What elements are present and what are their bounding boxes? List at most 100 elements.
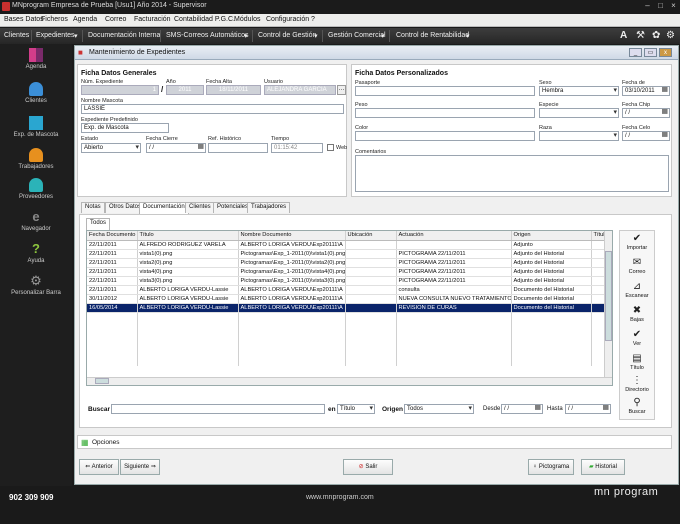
menu-bases-datos[interactable]: Bases Datos [4,16,44,23]
correo-button[interactable]: ✉ Correo [620,257,654,279]
table-row[interactable]: 30/11/2012 ALBERTO LORIGA VERDU-Lassie ALB… [87,294,612,304]
table-row[interactable]: 22/11/2011 vista3(0).png Pictogramas\Exp_1… [87,276,612,286]
directorio-button[interactable]: ⋮ Directorio [620,375,654,397]
sidebar-item-proveedores[interactable]: Proveedores [0,178,72,200]
col-fecha[interactable]: Fecha Documento [87,231,138,241]
menu-correo[interactable]: Correo [105,16,126,23]
nav-sms-correos[interactable]: SMS-Correos Automáticos [166,32,248,39]
sidebar-item-navegador[interactable]: e Navegador [0,210,72,233]
table-cell [345,303,397,313]
maximize-icon[interactable]: □ [656,1,665,11]
num-expediente-field[interactable]: 1 [81,85,159,95]
switch-icon[interactable]: ⚙ [666,30,675,41]
table-row[interactable]: 16/05/2014 ALBERTO LORIGA VERDU-Lassie ALB… [87,303,612,313]
col-actuacion[interactable]: Actuación [396,231,512,241]
table-row[interactable]: 22/11/2011 vista4(0).png Pictogramas\Exp_1… [87,267,612,277]
vertical-scrollbar[interactable] [604,231,612,377]
ref-historico-field[interactable] [208,143,268,153]
nav-control-gestion[interactable]: Control de Gestión [258,32,316,39]
subtab-todos[interactable]: Todos [86,218,111,230]
salir-button[interactable]: ⊘ Salir [343,459,393,475]
titulo-button[interactable]: ▤ Título [620,353,654,375]
buscar-button[interactable]: ⚲ Buscar [620,397,654,419]
ver-button[interactable]: ✔ Ver [620,329,654,351]
table-row[interactable]: 22/11/2011 vista2(0).png Pictogramas\Exp_1… [87,258,612,268]
usuario-field[interactable]: ALEJANDRA GARCIA [264,85,336,95]
raza-select[interactable] [539,131,619,141]
minimize-icon[interactable]: – [643,1,652,11]
escanear-button[interactable]: ⊿ Escanear [620,281,654,303]
sidebar-item-exp-mascota[interactable]: Exp. de Mascota [0,116,72,138]
menu-modulos[interactable]: Módulos [234,16,260,23]
predef-field[interactable]: Exp. de Mascota [81,123,169,133]
table-row[interactable]: 22/11/2011 vista1(0).png Pictogramas\Exp_1… [87,249,612,259]
sidebar-item-personalizar[interactable]: ⚙ Personalizar Barra [0,274,72,297]
nav-clientes[interactable]: Clientes [4,32,29,39]
menu-facturacion[interactable]: Facturación [134,16,171,23]
fecha-chip-field[interactable]: / / [622,108,670,118]
menu-help[interactable]: ? [311,16,315,23]
tab-notas[interactable]: Notas [81,202,105,213]
menu-ficheros[interactable]: Ficheros [41,16,68,23]
tools-icon[interactable]: ⚒ [636,30,645,41]
fecha-celo-field[interactable]: / / [622,131,670,141]
usuario-lookup-button[interactable]: … [337,85,346,95]
opciones-bar[interactable]: ▦ Opciones [77,435,672,449]
table-row[interactable]: 22/11/2011 ALBERTO LORIGA VERDU-Lassie ALB… [87,285,612,295]
restore-icon[interactable]: ▭ [644,48,657,57]
sexo-select[interactable]: Hembra [539,86,619,96]
nav-documentacion-interna[interactable]: Documentación Interna [88,32,160,39]
search-input[interactable] [111,404,325,414]
col-nombre[interactable]: Nombre Documento [238,231,346,241]
close-icon[interactable]: × [669,1,678,11]
fecha-cierre-field[interactable]: / / [146,143,206,153]
nav-expedientes[interactable]: Expedientes [36,32,75,39]
horizontal-scrollbar[interactable] [87,377,612,385]
sidebar-item-ayuda[interactable]: ? Ayuda [0,242,72,265]
col-titulo[interactable]: Título [137,231,239,241]
palette-icon[interactable]: ✿ [652,30,660,41]
menu-agenda[interactable]: Agenda [73,16,97,23]
nav-control-rentabilidad[interactable]: Control de Rentabilidad [396,32,469,39]
tab-trabajadores[interactable]: Trabajadores [247,202,291,213]
tab-documentacion[interactable]: Documentación [139,202,189,214]
menu-contabilidad[interactable]: Contabilidad P.G.C. [174,16,235,23]
year-field[interactable]: 2011 [166,85,204,95]
siguiente-button[interactable]: Siguiente ⇒ [120,459,160,475]
pictograma-button[interactable]: ♀ Pictograma [528,459,574,475]
scroll-thumb[interactable] [605,251,612,341]
nacimiento-field[interactable]: 03/10/2011 [622,86,670,96]
scroll-thumb[interactable] [95,378,109,384]
estado-select[interactable]: Abierto [81,143,141,153]
origen-select[interactable]: Todos [404,404,474,414]
historial-button[interactable]: ▰ Historial [581,459,625,475]
sidebar-item-agenda[interactable]: Agenda [0,48,72,70]
sidebar-item-trabajadores[interactable]: Trabajadores [0,148,72,170]
peso-field[interactable] [355,108,535,118]
website-url[interactable]: www.mnprogram.com [306,494,374,501]
bajas-button[interactable]: ✖ Bajas [620,305,654,327]
hasta-field[interactable]: / / [565,404,611,414]
col-ubicacion[interactable]: Ubicación [345,231,397,241]
pasaporte-field[interactable] [355,86,535,96]
comentarios-textarea[interactable] [355,155,669,192]
menu-configuracion[interactable]: Configuración [266,16,309,23]
search-field-select[interactable]: Título [337,404,375,414]
importar-button[interactable]: ✔ Importar [620,233,654,255]
anterior-button[interactable]: ⇐ Anterior [79,459,119,475]
col-origen[interactable]: Origen [511,231,592,241]
especie-select[interactable] [539,108,619,118]
tab-clientes[interactable]: Clientes [185,202,215,213]
nav-gestion-comercial[interactable]: Gestión Comercial [328,32,386,39]
font-size-icon[interactable]: A [620,30,627,41]
close-icon[interactable]: x [659,48,672,57]
sidebar-item-clientes[interactable]: Clientes [0,82,72,104]
minimize-icon[interactable]: _ [629,48,642,57]
desde-field[interactable]: / / [501,404,543,414]
table-row[interactable]: 22/11/2011 ALFREDO RODRIGUEZ VARELA ALBERT… [87,240,612,250]
web-checkbox[interactable] [327,144,334,151]
fecha-alta-field[interactable]: 18/11/2011 [206,85,261,95]
mascota-field[interactable]: LASSIE [81,104,344,114]
color-field[interactable] [355,131,535,141]
tiempo-field[interactable]: 01:15:42 [271,143,323,153]
